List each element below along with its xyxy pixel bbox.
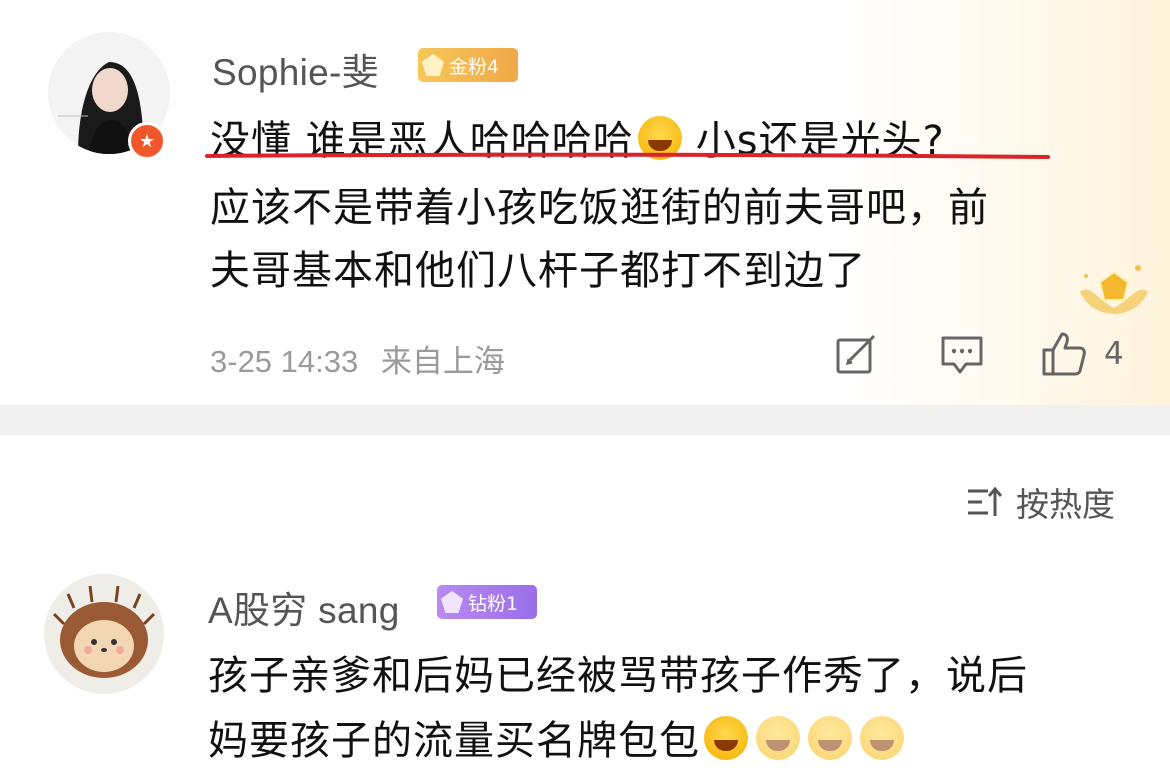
hedgehog-avatar (44, 574, 164, 694)
comment-date: 3-25 14:33 (210, 344, 359, 379)
medal-icon (1080, 265, 1148, 314)
like-count: 4 (1104, 336, 1124, 372)
diamond-icon (441, 591, 463, 613)
comment-text-line: 孩子亲爹和后妈已经被骂带孩子作秀了，说后 (208, 653, 1028, 699)
comment-meta: 3-25 14:33 来自上海 (210, 336, 505, 381)
comment-text-line: 夫哥基本和他们八杆子都打不到边了 (210, 248, 866, 294)
username[interactable]: Sophie-斐 (212, 42, 379, 96)
fan-badge-label: 钻粉1 (468, 592, 519, 615)
laugh-cry-emoji (808, 716, 852, 760)
section-divider (0, 405, 1170, 435)
laugh-cry-emoji (756, 716, 800, 760)
fan-badge[interactable]: 金粉4 (418, 48, 518, 82)
username[interactable]: A股穷 sang (208, 580, 400, 634)
comment-icon[interactable] (938, 330, 986, 378)
red-underline (205, 152, 1050, 159)
star-badge-icon: ★ (128, 122, 166, 160)
comment-text-line: 妈要孩子的流量买名牌包包 (208, 708, 908, 766)
thumbs-up-icon[interactable] (1040, 330, 1088, 378)
fan-badge[interactable]: 钻粉1 (437, 585, 537, 619)
repost-icon[interactable] (832, 330, 880, 378)
fan-badge-label: 金粉4 (449, 55, 500, 78)
avatar[interactable] (44, 574, 164, 694)
comment-text-line: 应该不是带着小孩吃饭逛街的前夫哥吧，前 (210, 185, 989, 231)
comment-location: 来自上海 (380, 344, 505, 379)
sort-icon (968, 486, 1002, 516)
comment-item: ★ Sophie-斐 金粉4 没懂 谁是恶人哈哈哈哈 小s还是光头? 应该不是带着… (0, 0, 1170, 405)
laugh-cry-emoji (860, 716, 904, 760)
gem-icon (422, 54, 444, 76)
laugh-cry-emoji (704, 716, 748, 760)
sort-toggle[interactable]: 按热度 (966, 478, 1115, 526)
sort-label: 按热度 (1016, 485, 1115, 524)
